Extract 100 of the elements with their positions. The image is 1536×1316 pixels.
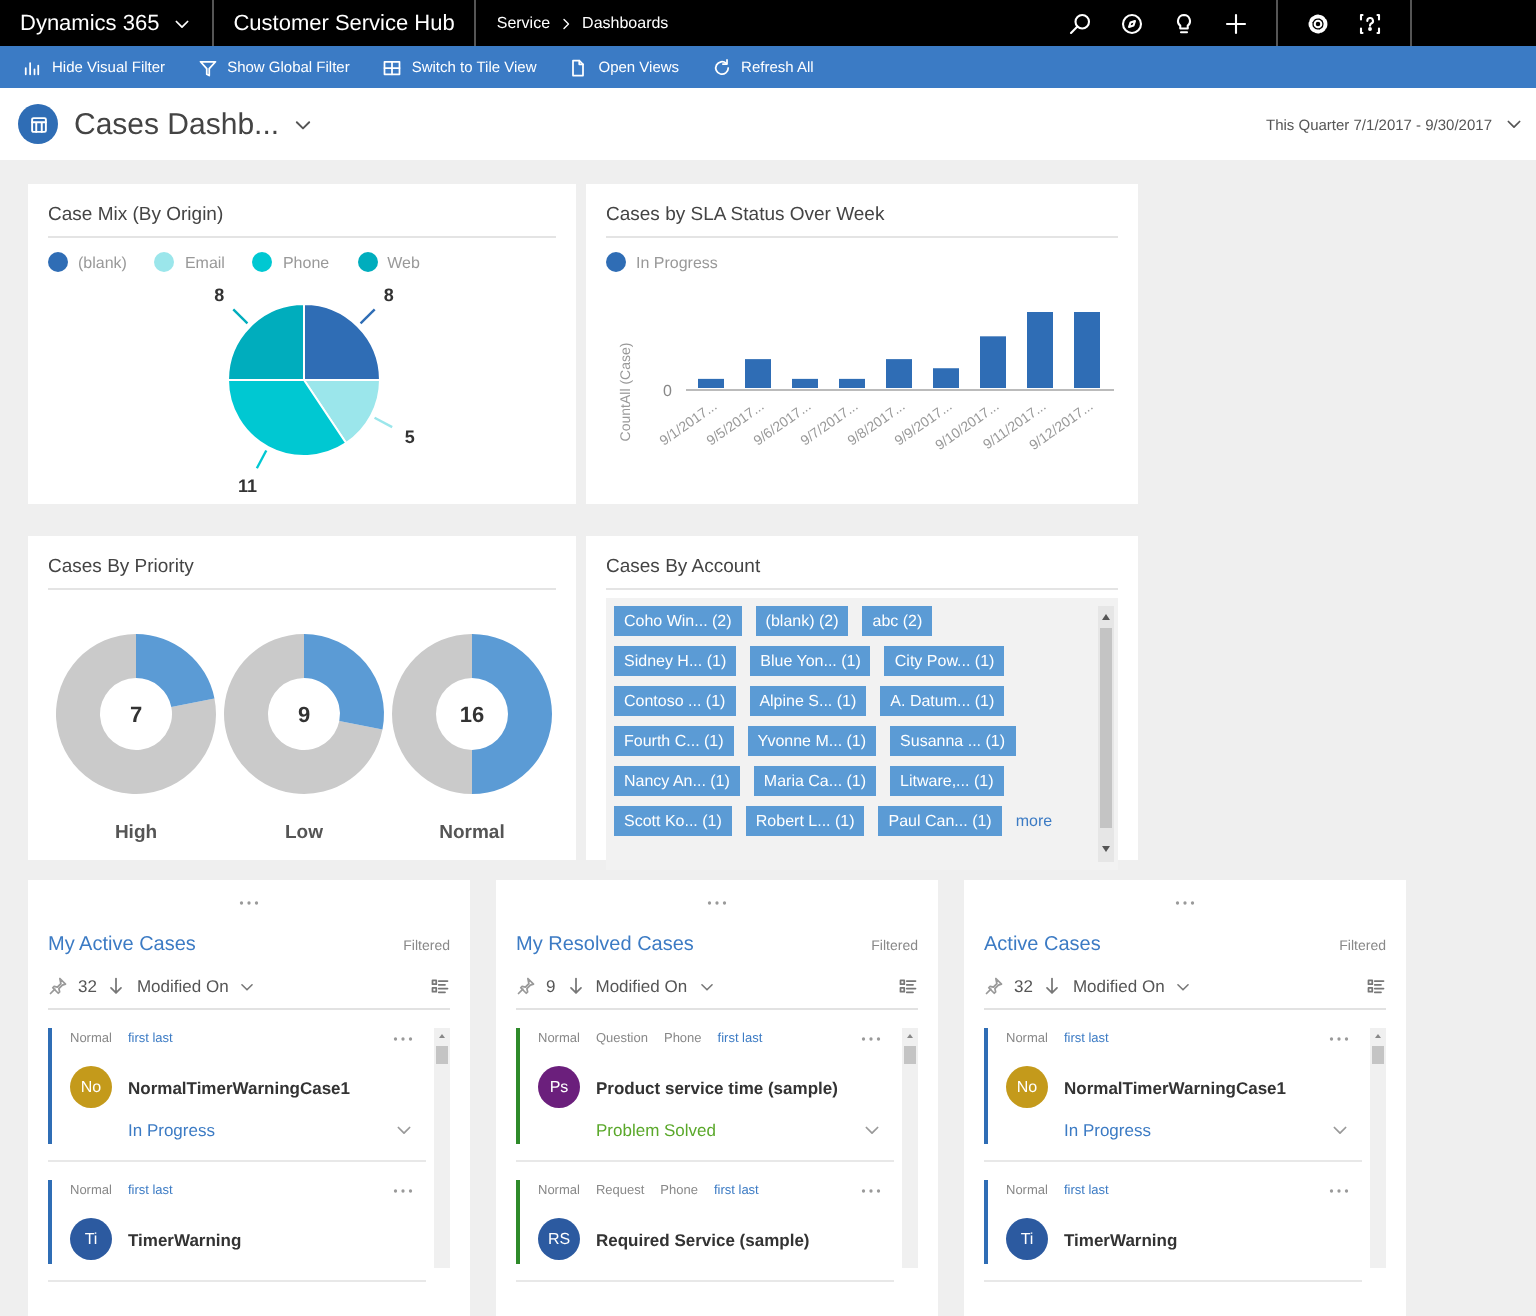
record-count: 32 [1014,976,1033,996]
more-icon[interactable] [1328,1188,1350,1194]
record-count: 9 [546,976,556,996]
legend-label: Web [387,253,420,271]
dashboard-icon [18,104,58,144]
scrollbar[interactable] [1098,606,1114,862]
more-icon[interactable] [1328,1036,1350,1042]
account-tag[interactable]: Alpine S... (1) [749,686,867,716]
more-icon[interactable] [392,1188,414,1194]
breadcrumb-link[interactable]: Service [496,14,551,32]
account-tag[interactable]: Yvonne M... (1) [747,726,877,756]
document-icon [568,57,589,77]
data-label: 8 [383,285,394,306]
compass-icon[interactable] [1120,11,1144,35]
account-tag[interactable]: Maria Ca... (1) [753,766,877,796]
legend-label: (blank) [78,253,127,271]
more-icon[interactable] [392,1036,414,1042]
filter-icon [197,57,218,77]
refresh-icon [711,57,732,77]
list-options-icon[interactable] [1366,976,1386,996]
record-count: 32 [78,976,97,996]
account-tag[interactable]: Scott Ko... (1) [614,806,732,836]
gauge-value: 9 [297,704,311,728]
leader-line [374,416,393,429]
search-icon[interactable] [1068,11,1092,35]
more-icon[interactable] [238,900,260,906]
case-title[interactable]: NormalTimerWarningCase1 [1064,1077,1287,1097]
sort-field[interactable]: Modified On [595,976,688,996]
more-icon[interactable] [860,1036,882,1042]
data-label: 5 [404,426,415,447]
more-link[interactable]: more [1015,812,1053,830]
dashboard-title[interactable]: Cases Dashb... [74,107,280,141]
sort-field[interactable]: Modified On [1072,976,1165,996]
list-options-icon[interactable] [430,976,450,996]
account-tag[interactable]: Sidney H... (1) [614,646,737,676]
breadcrumb-link[interactable]: Dashboards [582,14,669,32]
account-tag[interactable]: City Pow... (1) [884,646,1005,676]
app-name[interactable]: Dynamics 365 [20,11,160,35]
donut-fill [136,634,215,707]
help-icon[interactable] [1358,11,1382,35]
account-tag[interactable]: Blue Yon... (1) [750,646,871,676]
legend-label: In Progress [636,253,718,271]
chart-title: Case Mix (By Origin) [48,196,556,238]
account-tag[interactable]: (blank) (2) [755,606,849,636]
list-options-icon[interactable] [898,976,918,996]
list-title[interactable]: Active Cases [984,934,1101,956]
arrow-down-icon[interactable] [106,976,127,996]
account-tag[interactable]: Litware,... (1) [890,766,1004,796]
arrow-down-icon[interactable] [1042,976,1063,996]
case-status: In Progress [128,1120,215,1140]
account-tag[interactable]: Fourth C... (1) [614,726,734,756]
case-title[interactable]: Required Service (sample) [596,1229,810,1249]
avatar: Ti [1006,1218,1048,1260]
legend-label: Phone [282,253,330,271]
account-tag[interactable]: Contoso ... (1) [614,686,736,716]
more-icon[interactable] [706,900,728,906]
account-tag[interactable]: Coho Win... (2) [614,606,742,636]
scrollbar[interactable] [434,1028,450,1268]
case-title[interactable]: NormalTimerWarningCase1 [128,1077,351,1097]
app-title[interactable]: Customer Service Hub [233,11,455,35]
lightbulb-icon[interactable] [1172,11,1196,35]
account-tag[interactable]: Nancy An... (1) [614,766,740,796]
more-icon[interactable] [860,1188,882,1194]
case-title[interactable]: TimerWarning [128,1229,242,1249]
account-tag[interactable]: Robert L... (1) [745,806,865,836]
leader-line [232,308,249,325]
pin-icon[interactable] [984,976,1004,996]
pin-icon[interactable] [516,976,536,996]
scrollbar[interactable] [1370,1028,1386,1268]
chart-title: Cases By Account [606,548,1118,590]
plus-icon[interactable] [1224,11,1248,35]
data-label: 11 [237,475,257,496]
chart-title: Cases by SLA Status Over Week [606,196,1118,238]
avatar: No [70,1066,112,1108]
case-status: In Progress [1064,1120,1151,1140]
legend-label: Email [184,253,225,271]
account-tag[interactable]: Susanna ... (1) [890,726,1016,756]
account-tag[interactable]: abc (2) [862,606,933,636]
case-title[interactable]: TimerWarning [1064,1229,1178,1249]
gauge-value: 7 [129,704,143,728]
avatar: RS [538,1218,580,1260]
arrow-down-icon[interactable] [565,976,586,996]
axis-tick-label: 0 [663,382,672,400]
list-title[interactable]: My Active Cases [48,934,196,956]
case-status: Problem Solved [596,1120,717,1140]
chart-title: Cases By Priority [48,548,556,590]
pin-icon[interactable] [48,976,68,996]
gauge-label: Low [285,822,323,844]
gauge-value: 16 [459,704,485,728]
gauge-label: Normal [439,822,505,844]
scrollbar[interactable] [902,1028,918,1268]
tile-icon [381,57,402,77]
more-icon[interactable] [1174,900,1196,906]
list-title[interactable]: My Resolved Cases [516,934,694,956]
settings-icon[interactable] [1306,11,1330,35]
account-tag[interactable]: A. Datum... (1) [880,686,1005,716]
account-tag[interactable]: Paul Can... (1) [878,806,1002,836]
case-title[interactable]: Product service time (sample) [596,1077,838,1097]
sort-field[interactable]: Modified On [136,976,229,996]
leader-line [255,450,268,469]
